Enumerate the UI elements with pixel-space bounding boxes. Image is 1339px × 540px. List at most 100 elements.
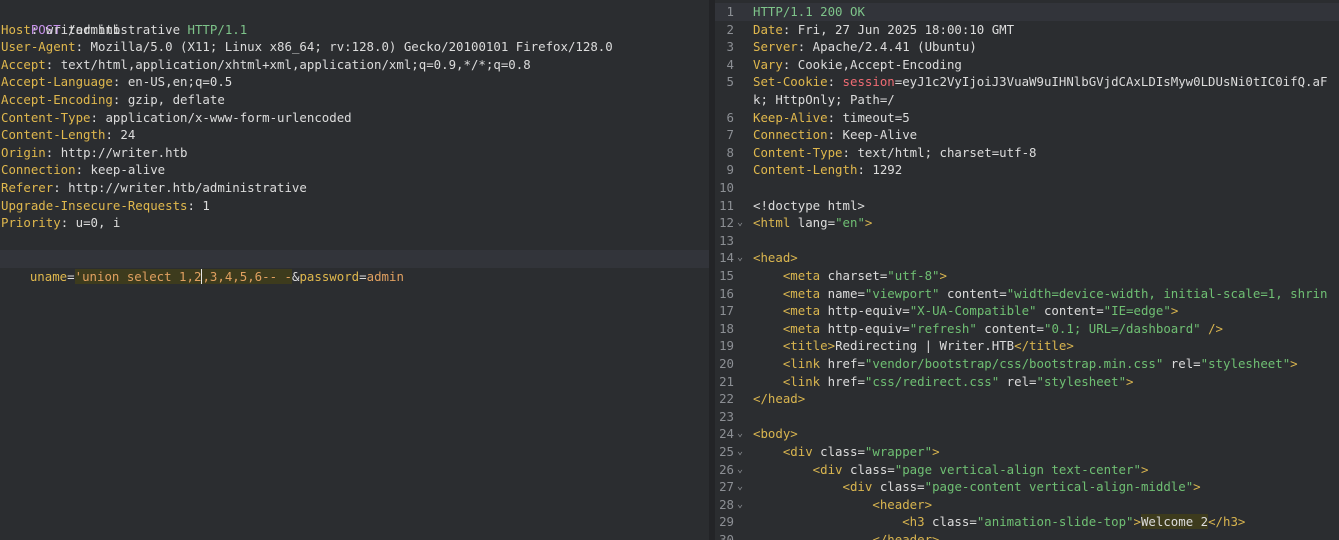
- line-code: HTTP/1.1 200 OK: [753, 3, 865, 21]
- header-separator: :: [105, 127, 121, 143]
- request-header-line[interactable]: User-Agent: Mozilla/5.0 (X11; Linux x86_…: [1, 38, 613, 56]
- response-line: 3 Server: Apache/2.4.41 (Ubuntu): [715, 38, 1339, 56]
- header-key: Accept: [1, 56, 46, 72]
- line-number: 23: [719, 408, 734, 424]
- line-code: Vary: Cookie,Accept-Encoding: [753, 56, 962, 74]
- code-token: : timeout=5: [827, 109, 910, 125]
- code-token: Content-Length: [753, 162, 858, 178]
- request-line[interactable]: POST /administrative HTTP/1.1: [1, 3, 247, 37]
- request-header-line[interactable]: Content-Type: application/x-www-form-url…: [1, 109, 352, 127]
- code-token: "page-content vertical-align-middle": [924, 479, 1194, 495]
- code-token: =: [1096, 303, 1104, 319]
- code-token: Welcome 2: [1140, 514, 1209, 530]
- header-separator: :: [45, 56, 61, 72]
- header-key: Accept-Language: [1, 74, 113, 90]
- header-value: 24: [120, 127, 136, 143]
- code-token: :: [827, 74, 843, 90]
- header-value: gzip, deflate: [127, 92, 225, 107]
- code-token: <meta: [753, 268, 828, 283]
- fold-chevron-icon[interactable]: ⌄: [737, 461, 743, 479]
- request-header-line[interactable]: Host: writer.htb: [1, 21, 120, 39]
- code-token: =: [999, 285, 1007, 301]
- code-token: =: [857, 356, 865, 371]
- code-token: Date: [753, 21, 783, 37]
- line-number: 20: [719, 356, 734, 371]
- fold-chevron-icon[interactable]: ⌄: [737, 478, 743, 496]
- header-value: writer.htb: [45, 21, 121, 37]
- code-token: >: [939, 268, 947, 283]
- code-token: </head>: [753, 391, 806, 407]
- line-number: 21: [719, 373, 734, 389]
- line-number: 11: [719, 197, 734, 213]
- code-token: : Apache/2.4.41 (Ubuntu): [797, 39, 977, 55]
- line-number: 8: [726, 144, 734, 160]
- request-header-line[interactable]: Upgrade-Insecure-Requests: 1: [1, 197, 210, 215]
- request-editor[interactable]: POST /administrative HTTP/1.1 Host: writ…: [0, 0, 709, 540]
- code-token: >: [1290, 356, 1298, 371]
- line-number: 29: [719, 514, 734, 530]
- code-token: =: [902, 303, 910, 319]
- request-header-line[interactable]: Priority: u=0, i: [1, 214, 120, 232]
- line-number: 30: [719, 532, 734, 540]
- request-header-line[interactable]: Connection: keep-alive: [1, 161, 165, 179]
- line-number: 19: [719, 338, 734, 354]
- response-line: 19 <title>Redirecting | Writer.HTB</titl…: [715, 337, 1339, 355]
- line-number: 28: [719, 496, 734, 512]
- header-value: http://writer.htb: [60, 144, 188, 160]
- body-param2-value: admin: [366, 268, 404, 284]
- code-token: : Cookie,Accept-Encoding: [782, 56, 962, 72]
- header-separator: :: [60, 215, 76, 231]
- request-header-line[interactable]: Content-Length: 24: [1, 126, 135, 144]
- body-param-value-rest: ,3,4,5,6-- -: [202, 268, 292, 284]
- line-number: 15: [719, 268, 734, 283]
- header-value: 1: [202, 197, 210, 213]
- line-number: 24: [719, 426, 734, 442]
- response-viewer[interactable]: 1 HTTP/1.1 200 OK 2 Date: Fri, 27 Jun 2025 …: [715, 0, 1339, 540]
- header-key: Content-Type: [1, 109, 91, 125]
- request-header-line[interactable]: Accept-Encoding: gzip, deflate: [1, 91, 225, 109]
- line-number: 12: [719, 215, 734, 231]
- code-token: Set-Cookie: [753, 74, 828, 90]
- line-number: 6: [726, 109, 734, 125]
- fold-chevron-icon[interactable]: ⌄: [737, 425, 743, 443]
- code-token: =: [1029, 373, 1037, 389]
- header-key: Priority: [1, 215, 61, 231]
- response-line: 12 ⌄ <html lang="en">: [715, 214, 1339, 232]
- code-token: >: [1126, 373, 1134, 389]
- code-token: =: [902, 320, 910, 336]
- code-token: Content-Type: [753, 144, 843, 160]
- header-separator: :: [30, 21, 46, 37]
- request-header-line[interactable]: Accept-Language: en-US,en;q=0.5: [1, 73, 232, 91]
- fold-chevron-icon[interactable]: ⌄: [737, 214, 743, 232]
- fold-chevron-icon[interactable]: ⌄: [737, 496, 743, 514]
- fold-chevron-icon[interactable]: ⌄: [737, 249, 743, 267]
- code-token: <title>: [753, 338, 836, 354]
- header-separator: :: [53, 180, 69, 195]
- code-token: : 1292: [857, 162, 903, 178]
- header-separator: :: [45, 144, 61, 160]
- line-number: 4: [726, 56, 734, 72]
- code-token: >: [932, 444, 940, 459]
- request-body-line[interactable]: uname='union select 1,2,3,4,5,6-- -&pass…: [0, 250, 709, 284]
- request-header-line[interactable]: Origin: http://writer.htb: [1, 144, 188, 162]
- request-header-line[interactable]: Referer: http://writer.htb/administrativ…: [1, 179, 307, 197]
- code-token: class: [879, 479, 918, 495]
- code-token: k; HttpOnly; Path=/: [753, 92, 895, 107]
- header-key: Content-Length: [1, 127, 106, 143]
- code-token: <!doctype html>: [753, 197, 865, 213]
- code-token: lang: [797, 215, 828, 231]
- code-token: <meta: [753, 303, 828, 319]
- code-token: >: [1193, 479, 1201, 495]
- code-token: =eyJ1c2VyIjoiJ3VuaW9uIHNlbGVjdCAxLDIsMyw…: [894, 74, 1328, 90]
- line-number: 7: [726, 127, 734, 143]
- code-token: >: [1140, 461, 1149, 477]
- code-token: : text/html; charset=utf-8: [842, 144, 1037, 160]
- response-line: 11 <!doctype html>: [715, 197, 1339, 215]
- line-code: <h3 class="animation-slide-top">Welcome …: [753, 513, 1245, 531]
- code-token: <div: [753, 444, 821, 459]
- request-header-line[interactable]: Accept: text/html,application/xhtml+xml,…: [1, 56, 531, 74]
- fold-chevron-icon[interactable]: ⌄: [737, 443, 743, 461]
- code-token: content: [1036, 303, 1097, 319]
- response-line: k; HttpOnly; Path=/: [715, 91, 1339, 109]
- code-token: name: [827, 285, 858, 301]
